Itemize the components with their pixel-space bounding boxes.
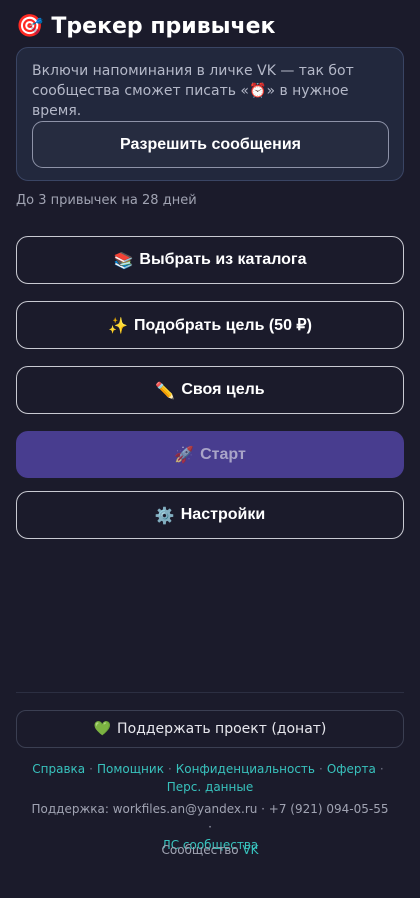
separator: · <box>318 762 323 776</box>
books-icon: 📚 <box>113 250 134 270</box>
community-info: Сообщество VK <box>30 843 390 857</box>
link-offer[interactable]: Оферта <box>327 762 376 776</box>
link-personal-data[interactable]: Перс. данные <box>167 780 253 794</box>
footer-divider <box>16 692 404 693</box>
separator: · <box>379 762 384 776</box>
alarm-clock-icon: ⏰ <box>249 83 267 99</box>
donate-label: Поддержать проект (донат) <box>117 721 327 737</box>
page-title: 🎯 Трекер привычек <box>16 14 275 39</box>
link-vk-community[interactable]: VK <box>242 843 258 857</box>
donate-button[interactable]: 💚 Поддержать проект (донат) <box>16 710 404 748</box>
habit-limit-text: До 3 привычек на 28 дней <box>16 193 197 208</box>
start-button[interactable]: 🚀 Старт <box>16 431 404 478</box>
settings-label: Настройки <box>180 506 266 523</box>
own-goal-label: Своя цель <box>181 381 265 398</box>
own-goal-button[interactable]: ✏️ Своя цель <box>16 366 404 414</box>
dart-target-icon: 🎯 <box>16 14 44 39</box>
habit-tracker-page: 🎯 Трекер привычек Включи напоминания в л… <box>0 0 420 898</box>
sparkles-icon: ✨ <box>108 315 128 335</box>
gear-icon: ⚙️ <box>154 505 175 525</box>
footer-links: Справка · Помощник · Конфиденциальность · Офер… <box>30 760 390 796</box>
community-prefix: Сообщество <box>161 843 239 857</box>
link-assistant[interactable]: Помощник <box>97 762 164 776</box>
rocket-icon: 🚀 <box>174 445 195 464</box>
notice-text: Включи напоминания в личке VK — так бот … <box>32 61 382 121</box>
pick-goal-label: Подобрать цель (50 ₽) <box>134 317 312 334</box>
link-privacy[interactable]: Конфиденциальность <box>176 762 315 776</box>
notifications-notice: Включи напоминания в личке VK — так бот … <box>16 47 404 181</box>
separator: · <box>89 762 93 776</box>
start-label: Старт <box>200 445 246 463</box>
pick-goal-button[interactable]: ✨ Подобрать цель (50 ₽) <box>16 301 404 349</box>
separator: · <box>167 762 172 776</box>
green-heart-icon: 💚 <box>93 721 112 737</box>
choose-from-catalog-button[interactable]: 📚 Выбрать из каталога <box>16 236 404 284</box>
link-help[interactable]: Справка <box>32 762 85 776</box>
support-contacts: Поддержка: workfiles.an@yandex.ru · +7 (… <box>31 802 389 834</box>
choose-from-catalog-label: Выбрать из каталога <box>139 251 307 268</box>
page-title-text: Трекер привычек <box>51 14 276 39</box>
pencil-icon: ✏️ <box>155 380 176 400</box>
allow-messages-button[interactable]: Разрешить сообщения <box>32 121 389 168</box>
settings-button[interactable]: ⚙️ Настройки <box>16 491 404 539</box>
